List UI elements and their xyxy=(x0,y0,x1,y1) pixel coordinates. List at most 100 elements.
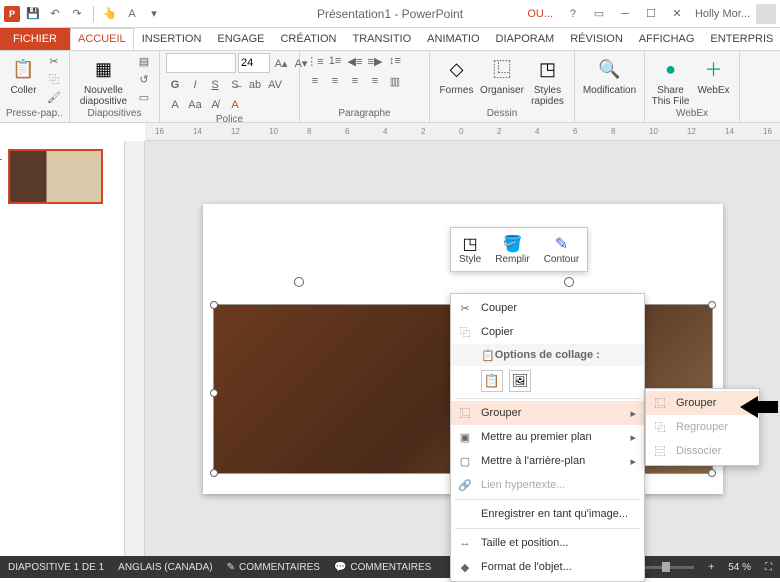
ctx-bring-to-front[interactable]: ▣ Mettre au premier plan ▸ xyxy=(451,425,644,449)
tab-slideshow[interactable]: DIAPORAM xyxy=(488,28,563,50)
clipboard-icon: 📋 xyxy=(481,349,495,362)
increase-font-icon[interactable]: A▴ xyxy=(272,55,290,71)
spacing-icon[interactable]: AV xyxy=(266,77,284,93)
change-case-icon[interactable]: Aa xyxy=(186,97,204,113)
arrange-icon: ⿺ xyxy=(488,55,516,83)
decrease-indent-icon[interactable]: ◀≡ xyxy=(346,53,364,69)
tab-design[interactable]: CRÉATION xyxy=(272,28,344,50)
thumbnail-number: 1 xyxy=(0,151,2,163)
slide-thumbnail-panel: 1 xyxy=(0,141,125,556)
highlight-icon[interactable]: A xyxy=(226,97,244,113)
mini-fill-button[interactable]: 🪣 Remplir xyxy=(491,232,533,267)
resize-handle[interactable] xyxy=(210,301,218,309)
tab-insert[interactable]: INSERTION xyxy=(134,28,210,50)
justify-icon[interactable]: ≡ xyxy=(366,73,384,89)
copy-icon[interactable]: ⿻ xyxy=(45,71,63,87)
fit-to-window-icon[interactable]: ⛶ xyxy=(765,562,772,573)
resize-handle[interactable] xyxy=(210,469,218,477)
tab-animations[interactable]: ANIMATIO xyxy=(419,28,487,50)
ctx-copy[interactable]: ⿻ Copier xyxy=(451,320,644,344)
save-icon[interactable]: 💾 xyxy=(24,5,42,23)
tab-view[interactable]: AFFICHAG xyxy=(631,28,703,50)
user-avatar[interactable] xyxy=(756,4,776,24)
zoom-in-icon[interactable]: + xyxy=(708,562,714,573)
ctx-save-as-image[interactable]: Enregistrer en tant qu'image... xyxy=(451,502,644,526)
arrange-button[interactable]: ⿺ Organiser xyxy=(481,53,523,96)
styles-icon: ◳ xyxy=(534,55,562,83)
rotation-handle[interactable] xyxy=(294,277,304,287)
resize-handle[interactable] xyxy=(708,469,716,477)
status-language[interactable]: ANGLAIS (CANADA) xyxy=(118,562,212,573)
maximize-icon[interactable]: ☐ xyxy=(639,4,663,24)
tab-engage[interactable]: ENGAGE xyxy=(209,28,272,50)
group-webex-label: WebEx xyxy=(651,107,733,122)
shapes-button[interactable]: ◇ Formes xyxy=(436,53,477,96)
minimize-icon[interactable]: ─ xyxy=(613,4,637,24)
mini-style-button[interactable]: ◳ Style xyxy=(455,232,485,267)
group-font-label: Police xyxy=(166,113,293,122)
status-comments-1[interactable]: ✎ COMMENTAIRES xyxy=(227,562,320,573)
share-file-button[interactable]: ● Share This File xyxy=(651,53,690,107)
webex-button[interactable]: ＋ WebEx xyxy=(694,53,733,96)
align-center-icon[interactable]: ≡ xyxy=(326,73,344,89)
group-paragraph-label: Paragraphe xyxy=(306,107,423,122)
context-menu: ✂ Couper ⿻ Copier 📋 Options de collage :… xyxy=(450,293,645,582)
qat-letter-a[interactable]: A xyxy=(123,5,141,23)
ctx-group[interactable]: ⿺ Grouper ▸ xyxy=(451,401,644,425)
columns-icon[interactable]: ▥ xyxy=(386,73,404,89)
size-icon: ↔ xyxy=(457,537,473,549)
tab-transitions[interactable]: TRANSITIO xyxy=(345,28,420,50)
touch-mode-icon[interactable]: 👆 xyxy=(101,5,119,23)
mini-outline-button[interactable]: ✎ Contour xyxy=(540,232,584,267)
rotation-handle[interactable] xyxy=(564,277,574,287)
line-spacing-icon[interactable]: ↕≡ xyxy=(386,53,404,69)
cut-icon[interactable]: ✂ xyxy=(45,53,63,69)
close-icon[interactable]: ✕ xyxy=(665,4,689,24)
tab-home[interactable]: ACCUEIL xyxy=(70,28,134,50)
format-painter-icon[interactable]: 🖌 xyxy=(45,89,63,105)
layout-icon[interactable]: ▤ xyxy=(135,53,153,69)
send-back-icon: ▢ xyxy=(457,455,473,468)
section-icon[interactable]: ▭ xyxy=(135,89,153,105)
ctx-size-position[interactable]: ↔ Taille et position... xyxy=(451,531,644,555)
editing-button[interactable]: 🔍 Modification xyxy=(581,53,638,96)
increase-indent-icon[interactable]: ≡▶ xyxy=(366,53,384,69)
zoom-level[interactable]: 54 % xyxy=(728,562,751,573)
status-comments-2[interactable]: 💬 COMMENTAIRES xyxy=(334,562,431,573)
slide-thumbnail-1[interactable]: 1 xyxy=(8,149,103,204)
font-size-select[interactable] xyxy=(238,53,270,73)
help-icon[interactable]: ? xyxy=(561,4,585,24)
paste-option-1[interactable]: 📋 xyxy=(481,370,503,392)
qat-customize-icon[interactable]: ▾ xyxy=(145,5,163,23)
font-family-select[interactable] xyxy=(166,53,236,73)
ctx-format-object[interactable]: ◆ Format de l'objet... xyxy=(451,555,644,579)
ctx-send-to-back[interactable]: ▢ Mettre à l'arrière-plan ▸ xyxy=(451,449,644,473)
bullets-icon[interactable]: ⋮≡ xyxy=(306,53,324,69)
font-color-a-icon[interactable]: A xyxy=(166,97,184,113)
ribbon-options-icon[interactable]: ▭ xyxy=(587,4,611,24)
undo-icon[interactable]: ↶ xyxy=(46,5,64,23)
ctx-cut[interactable]: ✂ Couper xyxy=(451,296,644,320)
quick-styles-button[interactable]: ◳ Styles rapides xyxy=(527,53,568,107)
powerpoint-icon: P xyxy=(4,6,20,22)
resize-handle[interactable] xyxy=(708,301,716,309)
tab-enterprise[interactable]: ENTERPRIS xyxy=(702,28,780,50)
underline-icon[interactable]: S xyxy=(206,77,224,93)
resize-handle[interactable] xyxy=(210,389,218,397)
new-slide-button[interactable]: ▦ Nouvelle diapositive xyxy=(76,53,131,107)
align-left-icon[interactable]: ≡ xyxy=(306,73,324,89)
shadow-icon[interactable]: ab xyxy=(246,77,264,93)
tab-review[interactable]: RÉVISION xyxy=(562,28,631,50)
paste-option-2[interactable]: 🖼 xyxy=(509,370,531,392)
paste-button[interactable]: 📋 Coller xyxy=(6,53,41,96)
strikethrough-icon[interactable]: S̶ xyxy=(226,77,244,93)
numbering-icon[interactable]: 1≡ xyxy=(326,53,344,69)
align-right-icon[interactable]: ≡ xyxy=(346,73,364,89)
redo-icon[interactable]: ↷ xyxy=(68,5,86,23)
main-workspace: 1 xyxy=(0,141,780,556)
tab-file[interactable]: FICHIER xyxy=(0,28,70,50)
italic-icon[interactable]: I xyxy=(186,77,204,93)
reset-icon[interactable]: ↺ xyxy=(135,71,153,87)
clear-format-icon[interactable]: A̸ xyxy=(206,97,224,113)
bold-icon[interactable]: G xyxy=(166,77,184,93)
